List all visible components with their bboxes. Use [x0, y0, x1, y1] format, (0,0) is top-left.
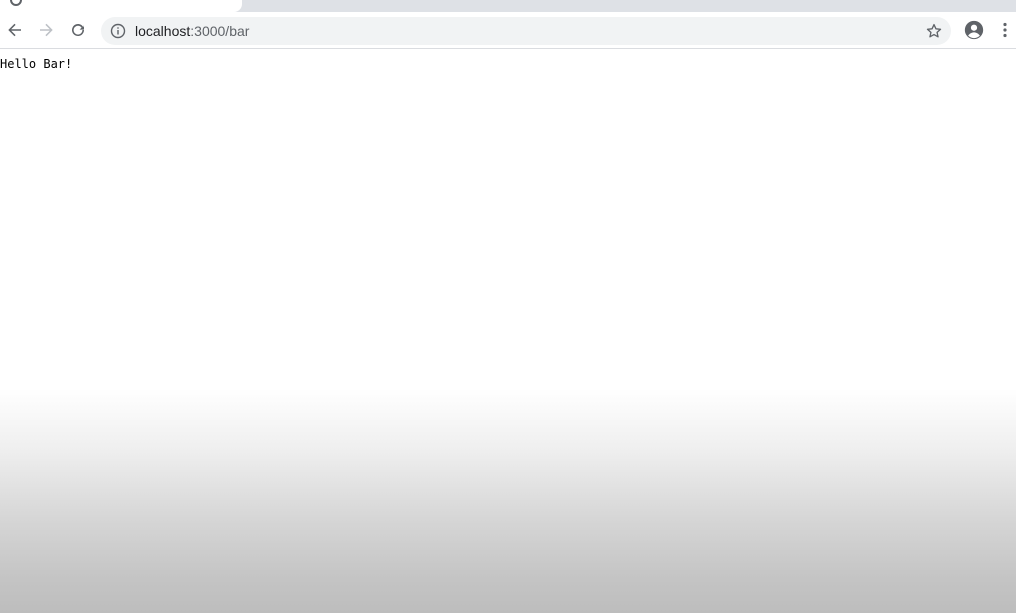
url-text: localhost:3000/bar: [135, 23, 249, 39]
forward-arrow-icon: [40, 23, 53, 37]
account-circle-icon: [964, 20, 984, 40]
kebab-menu-icon: [1003, 22, 1007, 38]
forward-button[interactable]: [31, 15, 61, 45]
page-content: Hello Bar!: [0, 49, 1016, 613]
address-bar[interactable]: localhost:3000/bar: [101, 17, 951, 45]
page-body-text: Hello Bar!: [0, 57, 73, 71]
star-icon[interactable]: [925, 22, 943, 40]
profile-button[interactable]: [961, 17, 987, 43]
browser-menu-button[interactable]: [995, 17, 1015, 43]
back-button[interactable]: [0, 15, 30, 45]
reload-icon: [72, 24, 85, 37]
tab-favicon-icon: [10, 0, 22, 6]
active-tab[interactable]: [0, 0, 242, 12]
tab-strip: [0, 0, 1016, 12]
browser-toolbar: localhost:3000/bar: [0, 12, 1016, 49]
browser-window: localhost:3000/bar Hello Bar!: [0, 0, 1016, 613]
back-arrow-icon: [8, 23, 21, 37]
reload-button[interactable]: [63, 15, 93, 45]
info-icon[interactable]: [110, 23, 126, 39]
url-path: :3000/bar: [190, 23, 250, 39]
url-host: localhost: [135, 23, 191, 39]
